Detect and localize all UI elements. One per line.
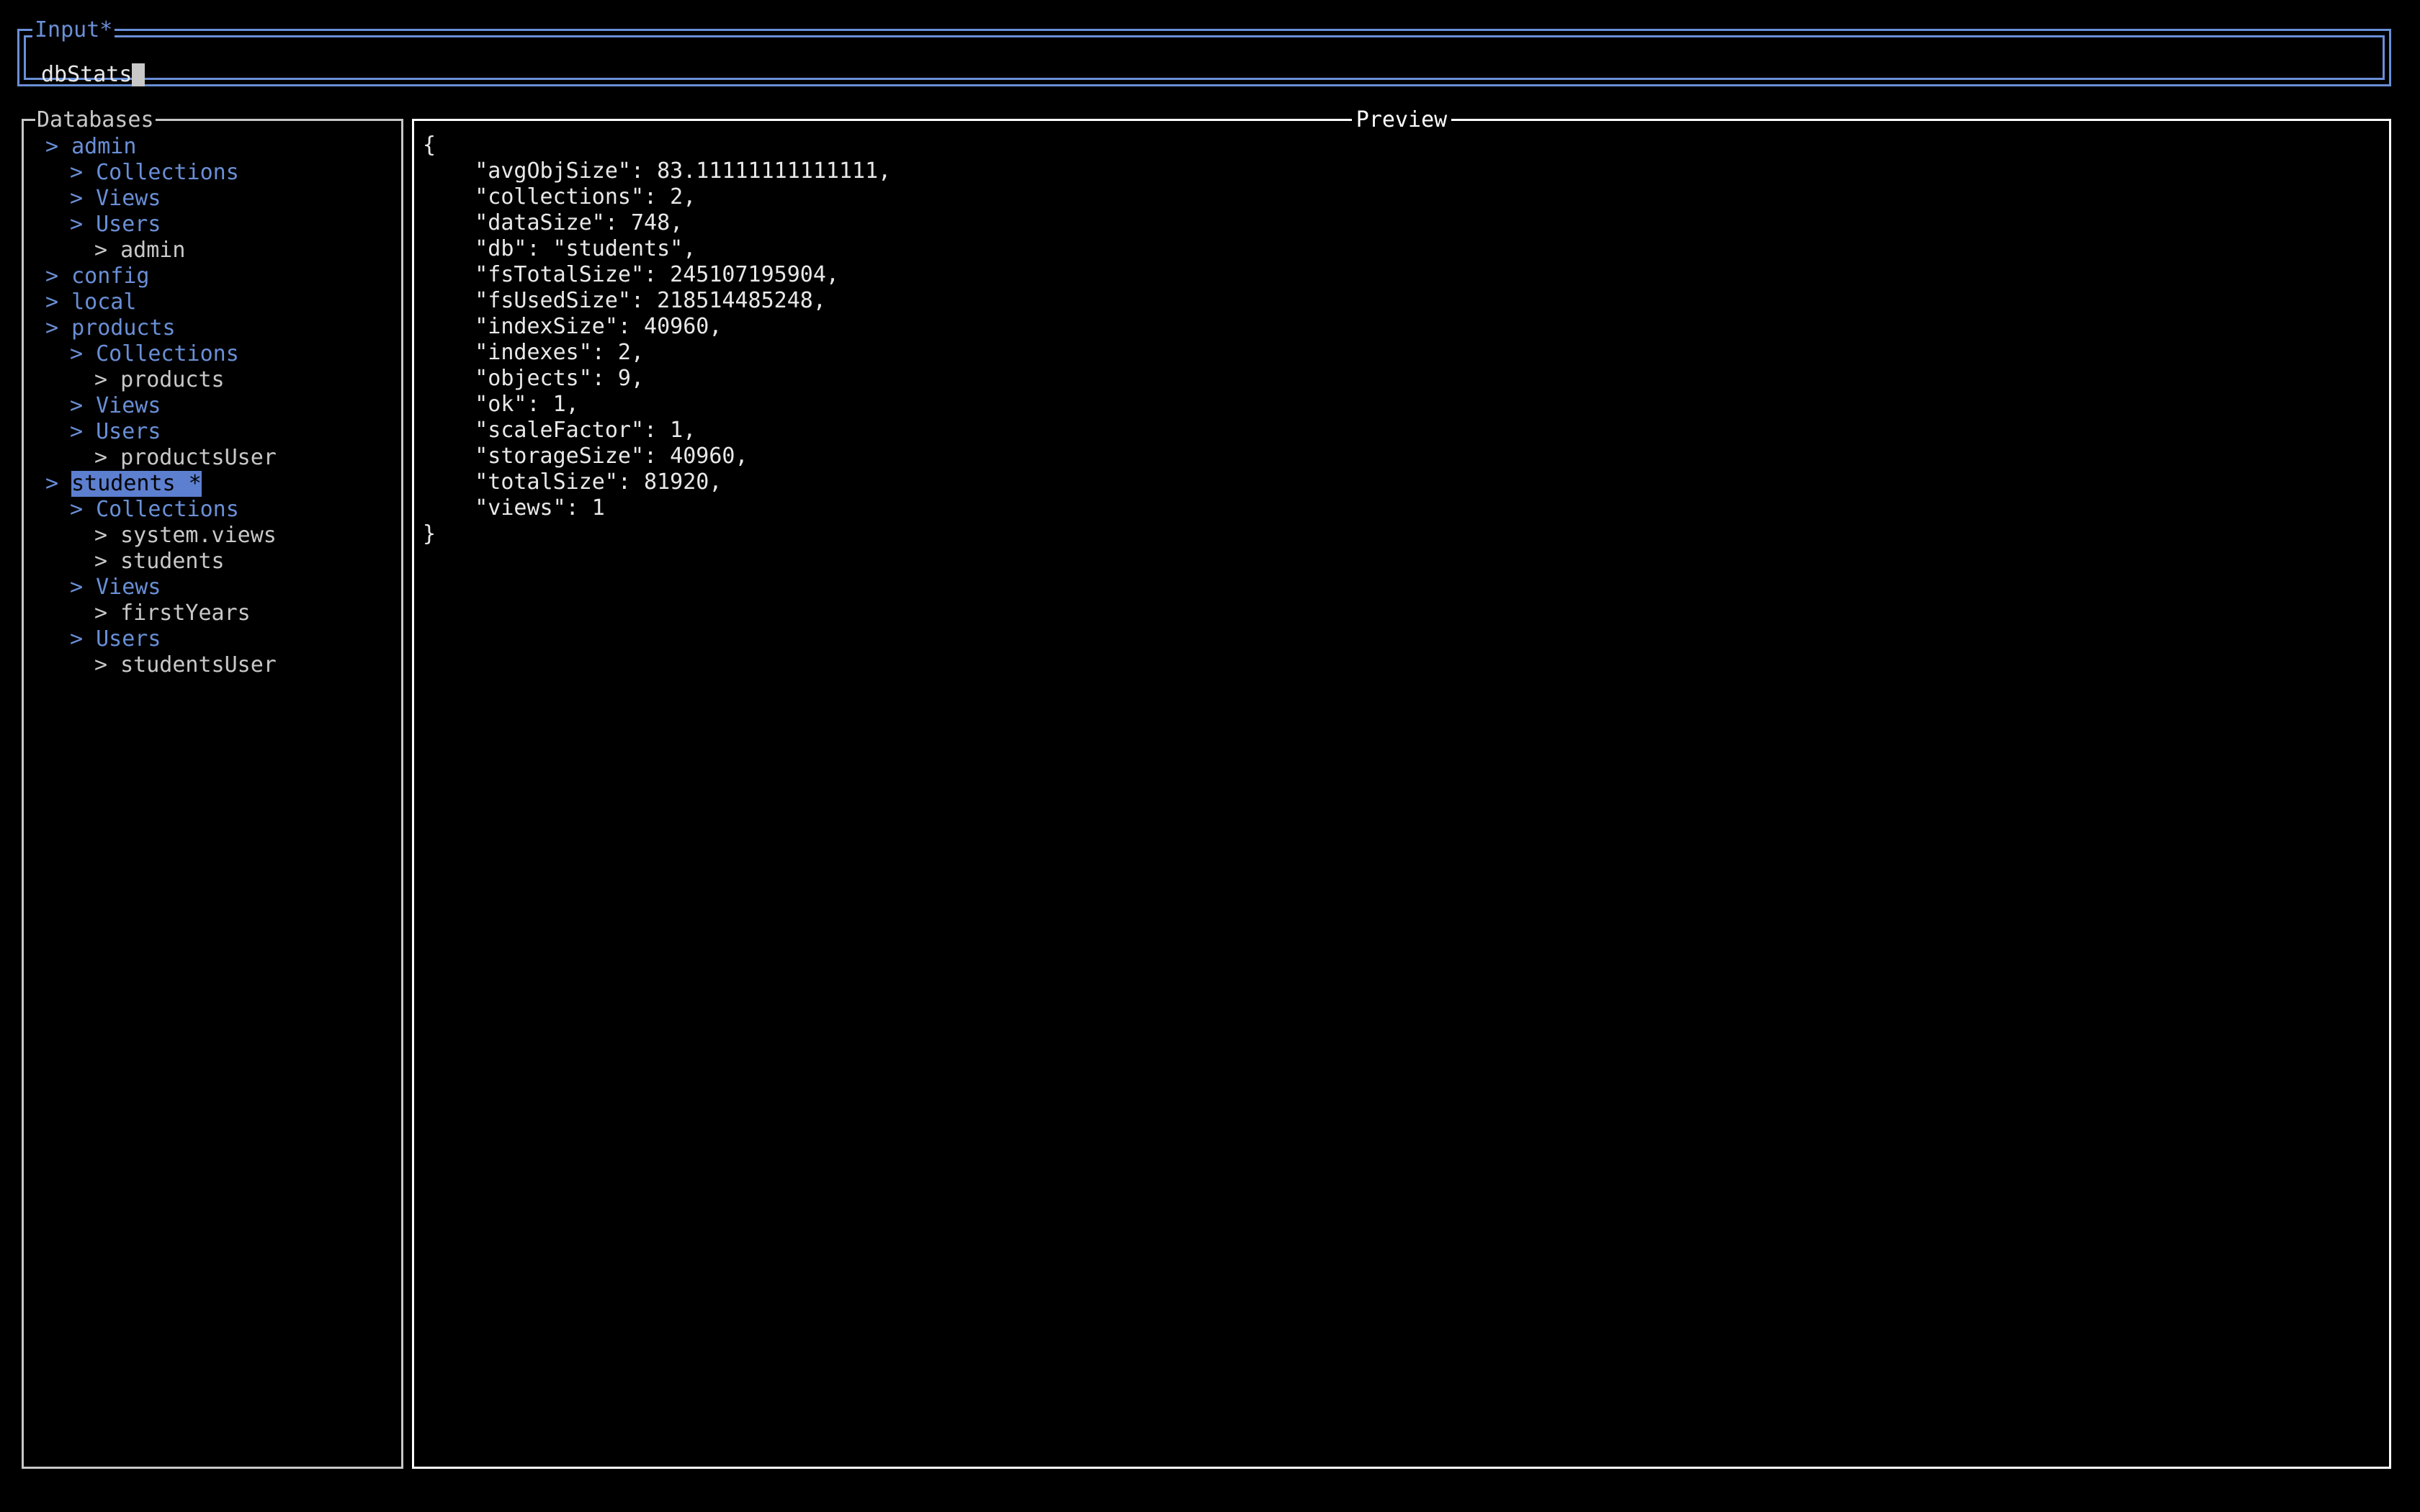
tree-item-products[interactable]: > products bbox=[35, 315, 397, 341]
tree-item-label: products bbox=[71, 315, 176, 341]
tree-item-label: Collections bbox=[96, 497, 239, 522]
chevron-right-icon[interactable]: > bbox=[70, 212, 96, 238]
tree-item-label: config bbox=[71, 264, 150, 289]
tree-item-firstyears[interactable]: > firstYears bbox=[35, 600, 397, 626]
chevron-right-icon[interactable]: > bbox=[94, 600, 120, 626]
json-line: "scaleFactor": 1, bbox=[423, 418, 696, 443]
chevron-right-icon[interactable]: > bbox=[70, 626, 96, 652]
json-line: "fsTotalSize": 245107195904, bbox=[423, 262, 839, 287]
chevron-right-icon[interactable]: > bbox=[70, 393, 96, 419]
json-line: "avgObjSize": 83.11111111111111, bbox=[423, 158, 892, 184]
tree-item-collections[interactable]: > Collections bbox=[35, 497, 397, 523]
chevron-right-icon[interactable]: > bbox=[45, 289, 71, 315]
chevron-right-icon[interactable]: > bbox=[94, 523, 120, 549]
preview-panel-title: Preview bbox=[414, 107, 2389, 133]
json-line: "storageSize": 40960, bbox=[423, 444, 748, 469]
tree-item-label: Users bbox=[96, 626, 161, 652]
chevron-right-icon[interactable]: > bbox=[70, 160, 96, 186]
tree-item-system-views[interactable]: > system.views bbox=[35, 523, 397, 549]
json-line: { bbox=[423, 132, 436, 158]
tree-item-users[interactable]: > Users bbox=[35, 626, 397, 652]
tree-item-label: Collections bbox=[96, 341, 239, 366]
tree-item-views[interactable]: > Views bbox=[35, 393, 397, 419]
databases-panel-title: Databases bbox=[35, 107, 156, 133]
tree-item-label: students bbox=[120, 549, 225, 574]
tree-item-label: Views bbox=[96, 186, 161, 211]
json-line: "views": 1 bbox=[423, 495, 605, 521]
json-line: "fsUsedSize": 218514485248, bbox=[423, 288, 826, 313]
tree-item-label: students * bbox=[71, 471, 202, 497]
tree-item-config[interactable]: > config bbox=[35, 264, 397, 289]
tree-item-local[interactable]: > local bbox=[35, 289, 397, 315]
tree-item-views[interactable]: > Views bbox=[35, 575, 397, 600]
chevron-right-icon[interactable]: > bbox=[45, 471, 71, 497]
tree-item-label: Users bbox=[96, 419, 161, 444]
tree-item-label: Users bbox=[96, 212, 161, 237]
chevron-right-icon[interactable]: > bbox=[70, 419, 96, 445]
tree-item-users[interactable]: > Users bbox=[35, 419, 397, 445]
json-line: "ok": 1, bbox=[423, 392, 579, 417]
tree-item-views[interactable]: > Views bbox=[35, 186, 397, 212]
tree-item-label: firstYears bbox=[120, 600, 251, 626]
chevron-right-icon[interactable]: > bbox=[45, 134, 71, 160]
tree-item-students-[interactable]: > students * bbox=[35, 471, 397, 497]
tree-item-label: products bbox=[120, 367, 225, 392]
tree-item-label: admin bbox=[71, 134, 137, 159]
databases-panel: Databases > admin > Collections > Views > U… bbox=[22, 107, 403, 1469]
chevron-right-icon[interactable]: > bbox=[94, 238, 120, 264]
tree-item-label: studentsUser bbox=[120, 652, 277, 678]
chevron-right-icon[interactable]: > bbox=[94, 367, 120, 393]
json-line: "db": "students", bbox=[423, 236, 696, 261]
preview-json-output: { "avgObjSize": 83.11111111111111, "coll… bbox=[423, 132, 2385, 1462]
json-line: "totalSize": 81920, bbox=[423, 469, 722, 495]
chevron-right-icon[interactable]: > bbox=[45, 264, 71, 289]
tree-item-collections[interactable]: > Collections bbox=[35, 341, 397, 367]
tree-item-collections[interactable]: > Collections bbox=[35, 160, 397, 186]
tree-item-label: Collections bbox=[96, 160, 239, 185]
preview-panel-title-text: Preview bbox=[1351, 107, 1452, 132]
json-line: "collections": 2, bbox=[423, 184, 696, 210]
database-tree[interactable]: > admin > Collections > Views > Users > admi… bbox=[35, 134, 397, 1462]
tree-item-label: system.views bbox=[120, 523, 277, 548]
tree-item-users[interactable]: > Users bbox=[35, 212, 397, 238]
json-line: } bbox=[423, 521, 436, 546]
tree-item-admin[interactable]: > admin bbox=[35, 238, 397, 264]
chevron-right-icon[interactable]: > bbox=[94, 549, 120, 575]
chevron-right-icon[interactable]: > bbox=[70, 497, 96, 523]
tree-item-students[interactable]: > students bbox=[35, 549, 397, 575]
tree-item-products[interactable]: > products bbox=[35, 367, 397, 393]
text-cursor bbox=[132, 63, 145, 86]
input-panel-inner-border bbox=[24, 35, 2385, 80]
input-panel-title: Input* bbox=[32, 17, 115, 43]
command-input[interactable]: dbStats bbox=[41, 62, 145, 88]
command-input-value: dbStats bbox=[41, 62, 133, 87]
json-line: "indexSize": 40960, bbox=[423, 314, 722, 339]
tree-item-label: productsUser bbox=[120, 445, 277, 470]
tree-item-label: Views bbox=[96, 575, 161, 600]
chevron-right-icon[interactable]: > bbox=[70, 575, 96, 600]
tree-item-label: Views bbox=[96, 393, 161, 418]
tree-item-productsuser[interactable]: > productsUser bbox=[35, 445, 397, 471]
tree-item-label: admin bbox=[120, 238, 186, 263]
json-line: "indexes": 2, bbox=[423, 340, 645, 365]
chevron-right-icon[interactable]: > bbox=[94, 652, 120, 678]
chevron-right-icon[interactable]: > bbox=[70, 341, 96, 367]
chevron-right-icon[interactable]: > bbox=[45, 315, 71, 341]
json-line: "dataSize": 748, bbox=[423, 210, 684, 235]
tree-item-studentsuser[interactable]: > studentsUser bbox=[35, 652, 397, 678]
preview-panel: Preview { "avgObjSize": 83.1111111111111… bbox=[412, 107, 2391, 1469]
input-panel[interactable]: Input* dbStats bbox=[17, 17, 2391, 88]
tree-item-label: local bbox=[71, 289, 137, 315]
chevron-right-icon[interactable]: > bbox=[94, 445, 120, 471]
chevron-right-icon[interactable]: > bbox=[70, 186, 96, 212]
json-line: "objects": 9, bbox=[423, 366, 645, 391]
tree-item-admin[interactable]: > admin bbox=[35, 134, 397, 160]
